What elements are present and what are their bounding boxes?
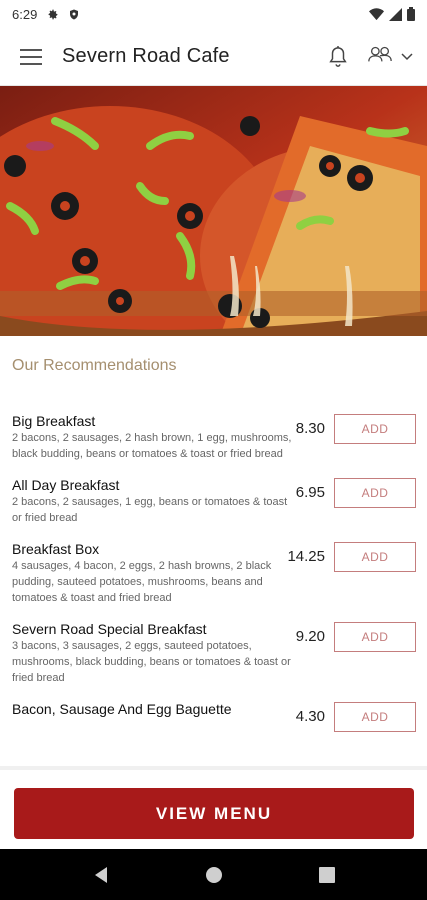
list-item: Bacon, Sausage And Egg Baguette 4.30 ADD [0, 700, 427, 732]
item-description: 3 bacons, 3 sausages, 2 eggs, sauteed po… [12, 640, 291, 684]
item-description: 2 bacons, 2 sausages, 2 hash brown, 1 eg… [12, 432, 292, 460]
list-item: Severn Road Special Breakfast 3 bacons, … [0, 620, 427, 686]
battery-icon [407, 7, 415, 21]
back-icon[interactable] [93, 866, 109, 884]
list-item: Big Breakfast 2 bacons, 2 sausages, 2 ha… [0, 412, 427, 462]
status-left: 6:29 [12, 7, 80, 22]
hamburger-menu-icon[interactable] [0, 28, 62, 86]
system-nav-bar [0, 849, 427, 900]
divider [0, 766, 427, 770]
app-title: Severn Road Cafe [62, 45, 230, 67]
wifi-icon [369, 7, 384, 21]
list-item: Breakfast Box 4 sausages, 4 bacon, 2 egg… [0, 540, 427, 606]
item-name: Bacon, Sausage And Egg Baguette [12, 701, 232, 717]
app-actions [327, 45, 427, 69]
item-name: Breakfast Box [12, 541, 100, 557]
item-description: 4 sausages, 4 bacon, 2 eggs, 2 hash brow… [12, 560, 272, 604]
add-button[interactable]: ADD [334, 622, 416, 652]
item-name: Big Breakfast [12, 413, 96, 429]
list-item: All Day Breakfast 2 bacons, 2 sausages, … [0, 476, 427, 526]
item-price: 9.20 [295, 628, 325, 645]
pizza-photo [0, 86, 427, 336]
hero-image [0, 86, 427, 336]
home-icon[interactable] [205, 866, 223, 884]
add-button[interactable]: ADD [334, 414, 416, 444]
bell-icon[interactable] [327, 45, 349, 69]
people-icon [367, 45, 393, 68]
item-name: Severn Road Special Breakfast [12, 621, 207, 637]
section-title: Our Recommendations [12, 357, 177, 374]
signal-icon [389, 7, 402, 21]
recommendations-list: Big Breakfast 2 bacons, 2 sausages, 2 ha… [0, 412, 427, 732]
chevron-down-icon [401, 48, 413, 66]
status-right [369, 7, 415, 21]
account-switcher[interactable] [367, 45, 413, 68]
item-price: 4.30 [295, 708, 325, 725]
status-time: 6:29 [12, 6, 38, 22]
recents-icon[interactable] [318, 866, 335, 883]
item-description: 2 bacons, 2 sausages, 1 egg, beans or to… [12, 496, 288, 524]
view-menu-button[interactable]: VIEW MENU [14, 788, 414, 839]
add-button[interactable]: ADD [334, 542, 416, 572]
gear-icon [46, 8, 59, 21]
add-button[interactable]: ADD [334, 702, 416, 732]
app-bar: Severn Road Cafe [0, 28, 427, 86]
status-bar: 6:29 [0, 0, 427, 28]
item-name: All Day Breakfast [12, 477, 120, 493]
item-price: 14.25 [287, 548, 325, 565]
add-button[interactable]: ADD [334, 478, 416, 508]
item-price: 8.30 [295, 420, 325, 437]
item-price: 6.95 [295, 484, 325, 501]
shield-icon [68, 8, 80, 21]
